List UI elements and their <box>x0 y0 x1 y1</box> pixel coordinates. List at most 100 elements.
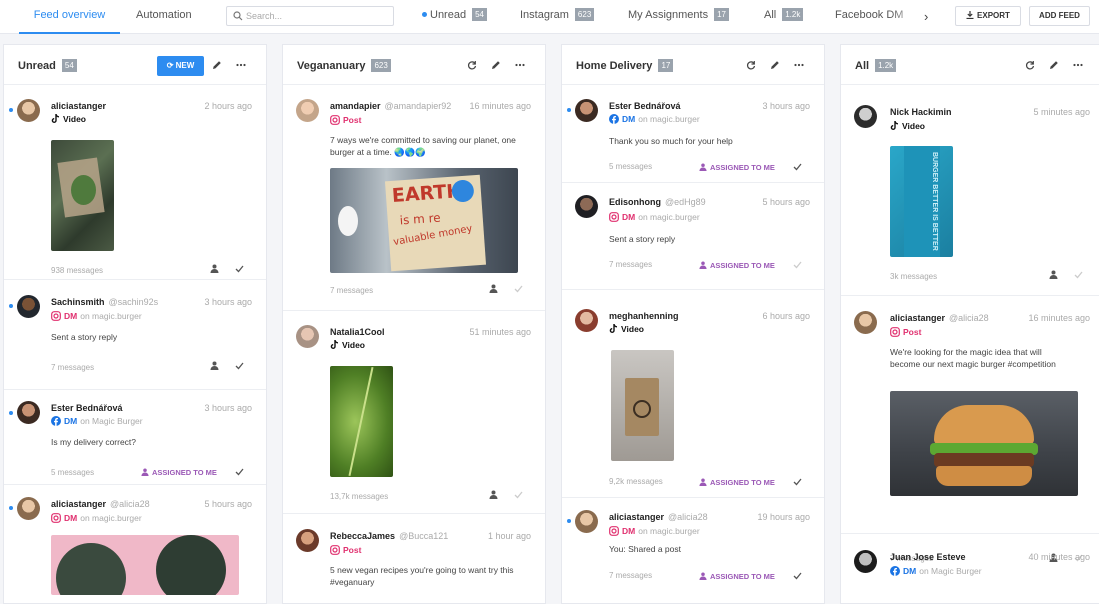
feed-card[interactable]: RebeccaJames @Bucca121 1 hour ago Post 5 … <box>283 515 545 603</box>
check-icon[interactable] <box>1074 271 1083 279</box>
video-thumbnail[interactable] <box>51 140 114 251</box>
user-assign-icon[interactable] <box>489 490 498 499</box>
column-header: All 1.2k <box>841 45 1099 85</box>
avatar <box>17 295 40 318</box>
source-kind: Post <box>343 545 362 555</box>
user-assign-icon[interactable] <box>210 264 219 273</box>
facebook-icon <box>51 416 61 426</box>
timestamp: 3 hours ago <box>204 403 252 413</box>
avatar <box>17 401 40 424</box>
username-text: Sachinsmith <box>51 297 105 307</box>
feed-card[interactable]: amandapier @amandapier92 16 minutes ago P… <box>283 86 545 311</box>
more-icon[interactable] <box>1073 60 1083 70</box>
protest-sign-shape: EARTH is m re valuable money <box>384 174 487 272</box>
video-thumbnail[interactable]: BURGER BETTER IS BETTER <box>890 146 953 257</box>
column-header: Home Delivery 17 <box>562 45 824 85</box>
assigned-to-me-button[interactable]: ASSIGNED TO ME <box>699 163 775 172</box>
edit-icon[interactable] <box>491 60 501 70</box>
post-image[interactable] <box>890 391 1078 496</box>
check-icon[interactable] <box>235 265 244 273</box>
refresh-icon[interactable] <box>746 60 756 70</box>
search-box[interactable] <box>226 6 394 26</box>
avatar <box>575 195 598 218</box>
refresh-icon[interactable] <box>467 60 477 70</box>
filter-unread[interactable]: Unread 54 <box>422 8 487 26</box>
feed-card[interactable]: Sachinsmith @sachin92s 3 hours ago DM on m… <box>4 290 266 390</box>
avatar <box>854 105 877 128</box>
avatar <box>17 99 40 122</box>
tiktok-icon <box>330 340 339 349</box>
unread-dot-icon <box>567 519 571 523</box>
source-on: on magic.burger <box>638 114 700 124</box>
new-button[interactable]: ⟳ NEW <box>157 56 204 76</box>
more-icon[interactable] <box>515 60 525 70</box>
refresh-icon[interactable] <box>1025 60 1035 70</box>
edit-icon[interactable] <box>1049 60 1059 70</box>
feed-card[interactable]: aliciastanger 2 hours ago Video 938 mess… <box>4 86 266 280</box>
feed-card[interactable]: Ester Bednářová 3 hours ago DM on Magic B… <box>4 391 266 485</box>
feed-card[interactable]: Juan Jose Esteve 40 minutes ago DM on Mag… <box>841 535 1099 603</box>
filter-my-assignments[interactable]: My Assignments 17 <box>628 8 729 26</box>
assigned-to-me-button[interactable]: ASSIGNED TO ME <box>699 478 775 487</box>
more-icon[interactable] <box>236 60 246 70</box>
feed-card[interactable]: Nick Hackimin 5 minutes ago Video BURGER… <box>841 86 1099 296</box>
check-icon[interactable] <box>235 468 244 476</box>
source-on: on magic.burger <box>80 513 142 523</box>
export-button[interactable]: EXPORT <box>955 6 1021 26</box>
source-on: on magic.burger <box>638 212 700 222</box>
thumbnail-greens-shape <box>71 175 96 205</box>
tab-feed-overview[interactable]: Feed overview <box>19 0 120 34</box>
feed-card[interactable]: Ester Bednářová 3 hours ago DM on magic.b… <box>562 86 824 183</box>
feed-card[interactable]: Natalia1Cool 51 minutes ago Video 13,7k … <box>283 312 545 514</box>
instagram-icon <box>330 545 340 555</box>
filter-instagram[interactable]: Instagram 623 <box>520 8 595 26</box>
timestamp: 5 minutes ago <box>1033 107 1090 117</box>
user-assign-icon[interactable] <box>210 361 219 370</box>
feed-card[interactable]: aliciastanger @alicia28 16 minutes ago Po… <box>841 297 1099 563</box>
video-thumbnail[interactable] <box>330 366 393 477</box>
feed-card[interactable]: Edisonhong @edHg89 5 hours ago DM on magic… <box>562 184 824 290</box>
source-kind: DM <box>622 114 636 124</box>
timestamp: 2 hours ago <box>204 101 252 111</box>
check-icon[interactable] <box>514 491 523 499</box>
filter-all[interactable]: All 1.2k <box>764 8 804 26</box>
search-input[interactable] <box>246 9 386 23</box>
check-icon[interactable] <box>793 163 802 171</box>
filter-label: All <box>764 9 777 21</box>
handle: @edHg89 <box>665 197 706 207</box>
filter-count: 623 <box>574 8 595 21</box>
check-icon[interactable] <box>793 261 802 269</box>
user-assign-icon[interactable] <box>489 284 498 293</box>
username: Juan Jose Esteve <box>890 552 966 562</box>
post-image[interactable] <box>51 535 239 595</box>
timestamp: 19 hours ago <box>757 512 810 522</box>
feed-card[interactable]: meghanhenning 6 hours ago Video 9,2k mes… <box>562 301 824 498</box>
column-header: Vegananuary 623 <box>283 45 545 85</box>
post-image[interactable]: EARTH is m re valuable money <box>330 168 518 273</box>
assigned-to-me-button[interactable]: ASSIGNED TO ME <box>699 572 775 581</box>
edit-icon[interactable] <box>212 60 222 70</box>
check-icon[interactable] <box>793 478 802 486</box>
edit-icon[interactable] <box>770 60 780 70</box>
user-assign-icon[interactable] <box>1049 270 1058 279</box>
assigned-label: ASSIGNED TO ME <box>710 261 775 270</box>
assigned-to-me-button[interactable]: ASSIGNED TO ME <box>699 261 775 270</box>
avatar <box>854 311 877 334</box>
username: Ester Bednářová <box>51 403 123 413</box>
video-thumbnail[interactable] <box>611 350 674 461</box>
feed-card[interactable]: aliciastanger @alicia28 19 hours ago DM on… <box>562 499 824 599</box>
handle: @Bucca121 <box>399 531 449 541</box>
chevron-right-icon[interactable]: › <box>924 9 928 24</box>
check-icon[interactable] <box>793 572 802 580</box>
feed-card[interactable]: aliciastanger @alicia28 5 hours ago DM on … <box>4 486 266 603</box>
check-icon[interactable] <box>235 362 244 370</box>
message-text: Thank you so much for your help <box>609 136 733 146</box>
tab-automation[interactable]: Automation <box>136 0 192 34</box>
more-icon[interactable] <box>794 60 804 70</box>
username: meghanhenning <box>609 311 679 321</box>
column-count: 54 <box>61 59 77 72</box>
check-icon[interactable] <box>514 285 523 293</box>
add-feed-button[interactable]: ADD FEED <box>1029 6 1090 26</box>
handle: @amandapier92 <box>384 101 452 111</box>
assigned-to-me-button[interactable]: ASSIGNED TO ME <box>141 468 217 477</box>
